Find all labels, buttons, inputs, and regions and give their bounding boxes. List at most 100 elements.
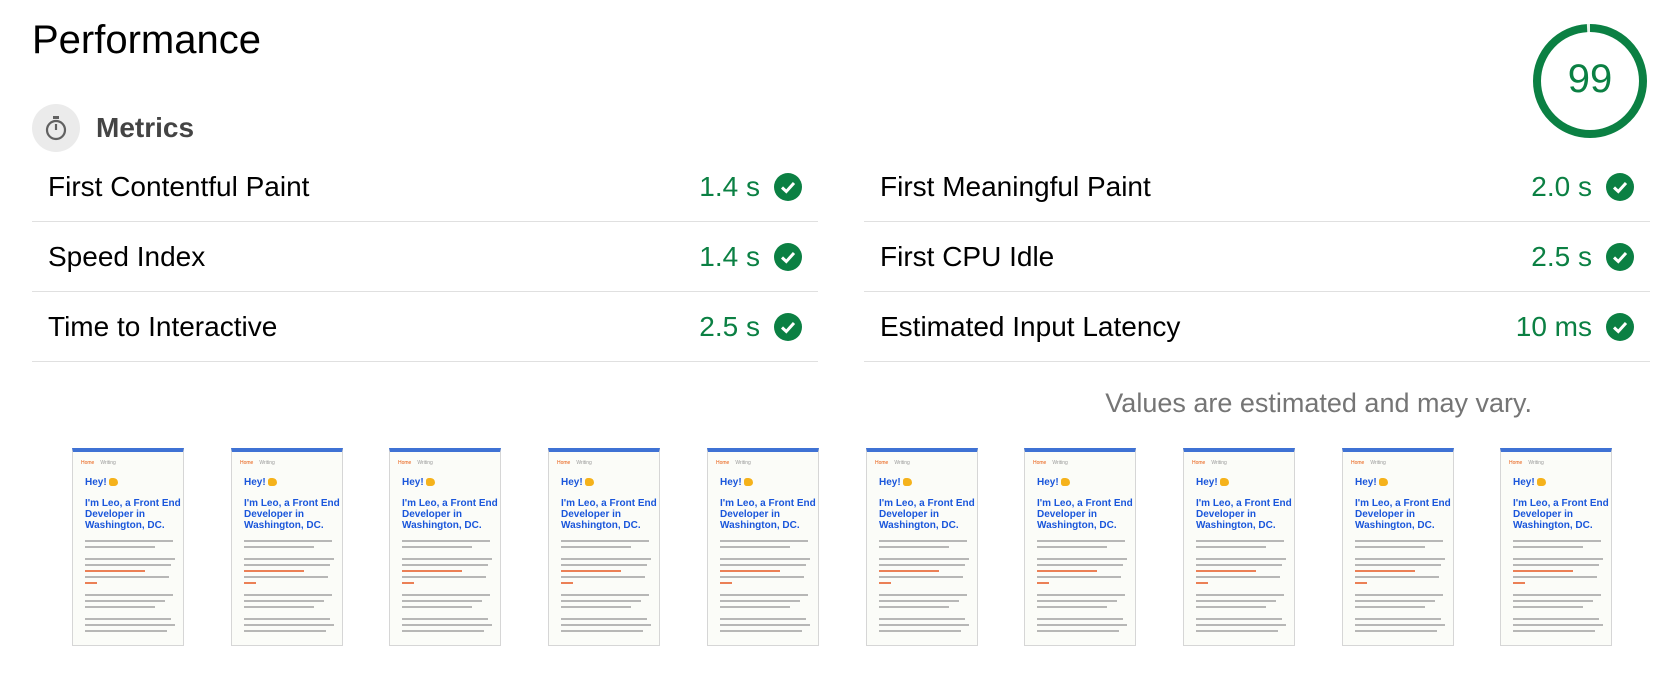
frame-text-line <box>720 576 804 578</box>
pass-check-icon <box>1606 312 1634 341</box>
filmstrip-frame: Home Writing Hey! I'm Leo, a Front End Deve… <box>548 448 660 646</box>
filmstrip-frame: Home Writing Hey! I'm Leo, a Front End Deve… <box>707 448 819 646</box>
filmstrip-frame: Home Writing Hey! I'm Leo, a Front End Deve… <box>866 448 978 646</box>
frame-body-text <box>1355 540 1445 636</box>
frame-nav: Home Writing <box>875 460 910 466</box>
frame-text-line <box>85 540 173 542</box>
frame-text-line <box>1513 546 1583 548</box>
frame-intro: I'm Leo, a Front End Developer in Washin… <box>1196 498 1292 531</box>
waving-hand-icon <box>902 478 912 486</box>
frame-text-line <box>402 624 492 626</box>
frame-text-line <box>1355 600 1435 602</box>
frame-intro: I'm Leo, a Front End Developer in Washin… <box>85 498 181 531</box>
frame-text-line <box>1513 618 1599 620</box>
frame-text-line <box>879 594 967 596</box>
frame-greeting: Hey! <box>1196 477 1229 488</box>
frame-nav: Home Writing <box>1033 460 1068 466</box>
frame-text-line <box>1037 570 1097 572</box>
frame-text-line <box>561 606 631 608</box>
frame-text-line <box>402 570 462 572</box>
frame-text-line <box>85 576 169 578</box>
frame-text-line <box>1355 564 1441 566</box>
frame-body-text <box>879 540 969 636</box>
metric-name: First Contentful Paint <box>48 170 310 202</box>
frame-text-line <box>720 546 790 548</box>
filmstrip-frame: Home Writing Hey! I'm Leo, a Front End Deve… <box>1342 448 1454 646</box>
frame-greeting: Hey! <box>402 477 435 488</box>
frame-text-line <box>879 582 891 584</box>
frame-text-line <box>1037 576 1121 578</box>
frame-body-text <box>561 540 651 636</box>
frame-text-line <box>1037 606 1107 608</box>
frame-text-line <box>879 624 969 626</box>
waving-hand-icon <box>425 478 435 486</box>
filmstrip-frame: Home Writing Hey! I'm Leo, a Front End Deve… <box>72 448 184 646</box>
frame-text-line <box>879 540 967 542</box>
frame-greeting-text: Hey! <box>720 477 742 488</box>
frame-text-line <box>1196 570 1256 572</box>
frame-text-line <box>1196 600 1276 602</box>
frame-text-line <box>561 582 573 584</box>
frame-nav-link: Home <box>81 460 95 466</box>
frame-text-line <box>1355 606 1425 608</box>
frame-text-line <box>1355 582 1367 584</box>
metrics-column-left: First Contentful Paint 1.4 s Speed Index… <box>32 152 818 362</box>
frame-intro: I'm Leo, a Front End Developer in Washin… <box>879 498 975 531</box>
frame-text-line <box>561 600 641 602</box>
frame-body-text <box>85 540 175 636</box>
frame-text-line <box>879 630 961 632</box>
frame-text-line <box>1037 582 1049 584</box>
metric-row-first-contentful-paint: First Contentful Paint 1.4 s <box>32 152 818 222</box>
frame-text-line <box>879 606 949 608</box>
frame-text-line <box>720 582 732 584</box>
frame-text-line <box>244 540 332 542</box>
metric-value: 2.5 s <box>1531 240 1592 272</box>
frame-text-line <box>85 558 175 560</box>
frame-text-line <box>1355 624 1445 626</box>
frame-text-line <box>244 624 334 626</box>
frame-text-line <box>1513 624 1603 626</box>
frame-text-line <box>1196 594 1284 596</box>
metric-row-speed-index: Speed Index 1.4 s <box>32 222 818 292</box>
frame-text-line <box>879 600 959 602</box>
frame-text-line <box>879 558 969 560</box>
frame-text-line <box>720 600 800 602</box>
frame-nav: Home Writing <box>1351 460 1386 466</box>
score-value: 99 <box>1567 57 1613 101</box>
frame-intro: I'm Leo, a Front End Developer in Washin… <box>720 498 816 531</box>
frame-nav-link: Home <box>557 460 571 466</box>
filmstrip-frame: Home Writing Hey! I'm Leo, a Front End Deve… <box>231 448 343 646</box>
frame-intro: I'm Leo, a Front End Developer in Washin… <box>402 498 498 531</box>
frame-nav-link: Writing <box>417 460 433 466</box>
frame-greeting-text: Hey! <box>1037 477 1059 488</box>
frame-text-line <box>1196 582 1208 584</box>
frame-greeting-text: Hey! <box>879 477 901 488</box>
frame-text-line <box>402 630 484 632</box>
frame-text-line <box>244 582 256 584</box>
filmstrip: Home Writing Hey! I'm Leo, a Front End Deve… <box>72 448 1612 648</box>
frame-text-line <box>720 558 810 560</box>
metrics-label: Metrics <box>96 112 195 143</box>
frame-text-line <box>85 570 145 572</box>
frame-text-line <box>244 564 330 566</box>
frame-text-line <box>402 594 490 596</box>
frame-text-line <box>1196 606 1266 608</box>
frame-text-line <box>720 594 808 596</box>
waving-hand-icon <box>1060 478 1070 486</box>
frame-greeting: Hey! <box>244 477 277 488</box>
metric-name: First Meaningful Paint <box>880 170 1151 202</box>
frame-text-line <box>1355 618 1441 620</box>
frame-text-line <box>1037 540 1125 542</box>
frame-text-line <box>1196 546 1266 548</box>
frame-nav: Home Writing <box>398 460 433 466</box>
frame-text-line <box>720 624 810 626</box>
frame-greeting: Hey! <box>879 477 912 488</box>
metric-name: Time to Interactive <box>48 310 278 342</box>
frame-text-line <box>1196 624 1286 626</box>
metric-row-first-meaningful-paint: First Meaningful Paint 2.0 s <box>864 152 1650 222</box>
frame-text-line <box>879 546 949 548</box>
frame-text-line <box>402 582 414 584</box>
frame-text-line <box>1355 546 1425 548</box>
frame-text-line <box>1196 618 1282 620</box>
frame-text-line <box>402 558 492 560</box>
